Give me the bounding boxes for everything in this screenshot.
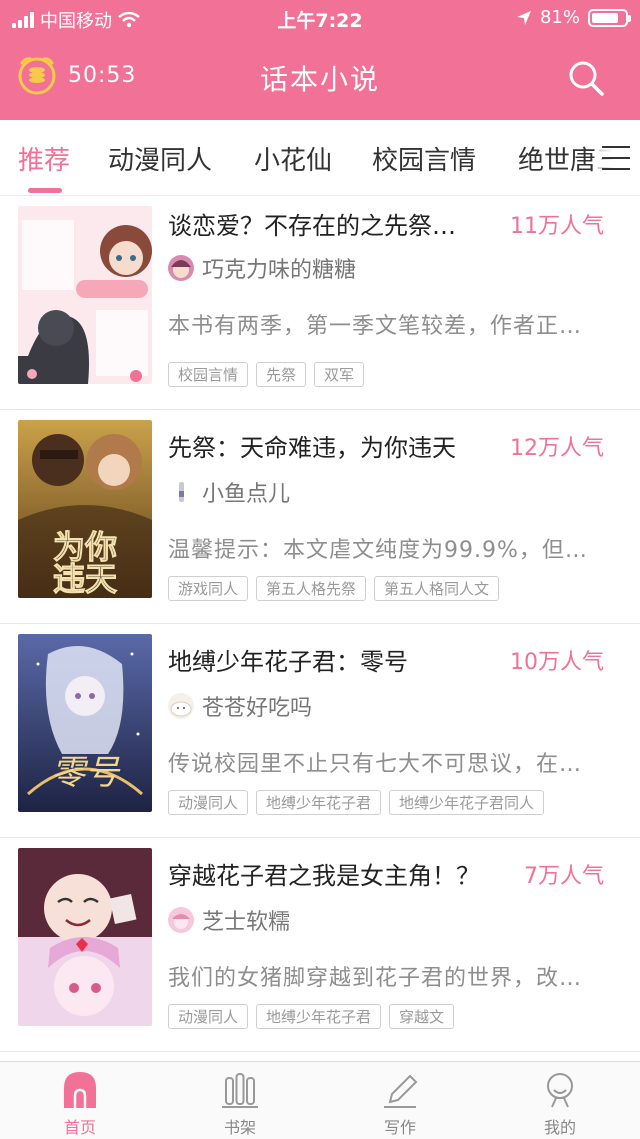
tag[interactable]: 地缚少年花子君 [256,790,382,815]
popularity-count: 7万人气 [524,864,604,889]
book-item[interactable]: 谈恋爱？不存在的之先祭… 11万人气 巧克力味的糖糖 本书有两季，第一季文笔较差… [0,196,640,410]
book-intro: 本书有两季，第一季文笔较差，作者正… [168,314,583,339]
author-row[interactable]: 小鱼点儿 [168,476,290,508]
tag[interactable]: 第五人格同人文 [374,576,500,601]
search-icon[interactable] [566,58,606,98]
battery-icon [588,8,631,27]
home-icon [64,1072,96,1108]
tab-xiaohuaxian[interactable]: 小花仙 [254,140,332,177]
book-cover: 零号 [18,634,152,812]
book-intro: 我们的女猪脚穿越到花子君的世界，改… [168,966,583,991]
nav-home-label: 首页 [63,1118,96,1137]
tag[interactable]: 先祭 [256,362,307,387]
tab-campus-romance[interactable]: 校园言情 [372,140,476,177]
bottom-tab-bar: 首页 书架 写作 我的 [0,1061,640,1139]
tag[interactable]: 游戏同人 [168,576,249,601]
nav-write[interactable]: 写作 [350,1070,450,1138]
tag-list: 动漫同人 地缚少年花子君 穿越文 [168,1004,455,1029]
battery-percent: 81% [539,7,580,28]
nav-write-label: 写作 [383,1118,416,1137]
app-header: 中国移动 上午7:22 81% 50:53 话本小说 [0,0,640,120]
svg-text:零号: 零号 [51,753,121,793]
book-item[interactable]: 零号 地缚少年花子君：零号 10万人气 苍苍好吃吗 传说校园里不止只有七大不可思… [0,624,640,838]
active-tab-indicator [28,188,62,193]
book-title: 地缚少年花子君：零号 [168,648,408,676]
book-intro: 传说校园里不止只有七大不可思议，在… [168,752,583,777]
tag[interactable]: 地缚少年花子君同人 [389,790,545,815]
tag-list: 校园言情 先祭 双军 [168,362,365,387]
page-title: 话本小说 [259,63,380,96]
tag[interactable]: 动漫同人 [168,1004,249,1029]
tag-list: 动漫同人 地缚少年花子君 地缚少年花子君同人 [168,790,545,815]
tag[interactable]: 动漫同人 [168,790,249,815]
location-arrow-icon [516,10,531,25]
navigation-bar: 50:53 话本小说 [0,40,640,116]
more-categories-button[interactable] [596,120,640,195]
author-name: 苍苍好吃吗 [202,696,313,721]
tag-list: 游戏同人 第五人格先祭 第五人格同人文 [168,576,500,601]
tab-recommend[interactable]: 推荐 [18,140,70,177]
battery-fill [592,12,618,23]
book-intro: 温馨提示：本文虐文纯度为99.9%，但… [168,538,588,563]
author-row[interactable]: 巧克力味的糖糖 [168,252,356,284]
tag[interactable]: 第五人格先祭 [256,576,367,601]
book-title: 先祭：天命难违，为你违天 [168,434,456,462]
tab-anime-fanfic[interactable]: 动漫同人 [108,140,212,177]
tag[interactable]: 穿越文 [389,1004,455,1029]
book-cover [18,206,152,384]
popularity-count: 12万人气 [510,436,604,461]
book-title: 穿越花子君之我是女主角！？ [168,862,480,890]
nav-profile-label: 我的 [543,1118,576,1137]
popularity-count: 11万人气 [510,214,604,239]
bookshelf-icon [222,1073,258,1108]
author-name: 小鱼点儿 [202,482,291,507]
book-item[interactable]: 穿越花子君之我是女主角！？ 7万人气 芝士软糯 我们的女猪脚穿越到花子君的世界，… [0,838,640,1052]
tag[interactable]: 校园言情 [168,362,249,387]
tag[interactable]: 地缚少年花子君 [256,1004,382,1029]
svg-text:违天: 违天 [53,560,117,598]
status-bar: 中国移动 上午7:22 81% [0,0,640,36]
nav-profile[interactable]: 我的 [510,1070,610,1138]
book-title: 谈恋爱？不存在的之先祭… [168,212,456,240]
book-item[interactable]: 为你 违天 先祭：天命难违，为你违天 12万人气 小鱼点儿 温馨提示：本文虐文纯… [0,410,640,624]
pen-icon [384,1074,418,1108]
author-name: 芝士软糯 [202,910,291,935]
menu-icon [602,146,630,179]
author-avatar [168,693,194,719]
author-avatar [168,479,194,505]
author-name: 巧克力味的糖糖 [202,258,357,283]
nav-bookshelf-label: 书架 [223,1118,256,1137]
popularity-count: 10万人气 [510,650,604,675]
book-cover [18,848,152,1026]
author-avatar [168,255,194,281]
nav-bookshelf[interactable]: 书架 [190,1070,290,1138]
author-row[interactable]: 苍苍好吃吗 [168,690,312,722]
book-cover: 为你 违天 [18,420,152,598]
author-row[interactable]: 芝士软糯 [168,904,290,936]
profile-icon [547,1073,573,1108]
nav-home[interactable]: 首页 [30,1070,130,1138]
category-tabs: 推荐 动漫同人 小花仙 校园言情 绝世唐三 [0,120,640,196]
tag[interactable]: 双军 [314,362,365,387]
author-avatar [168,907,194,933]
